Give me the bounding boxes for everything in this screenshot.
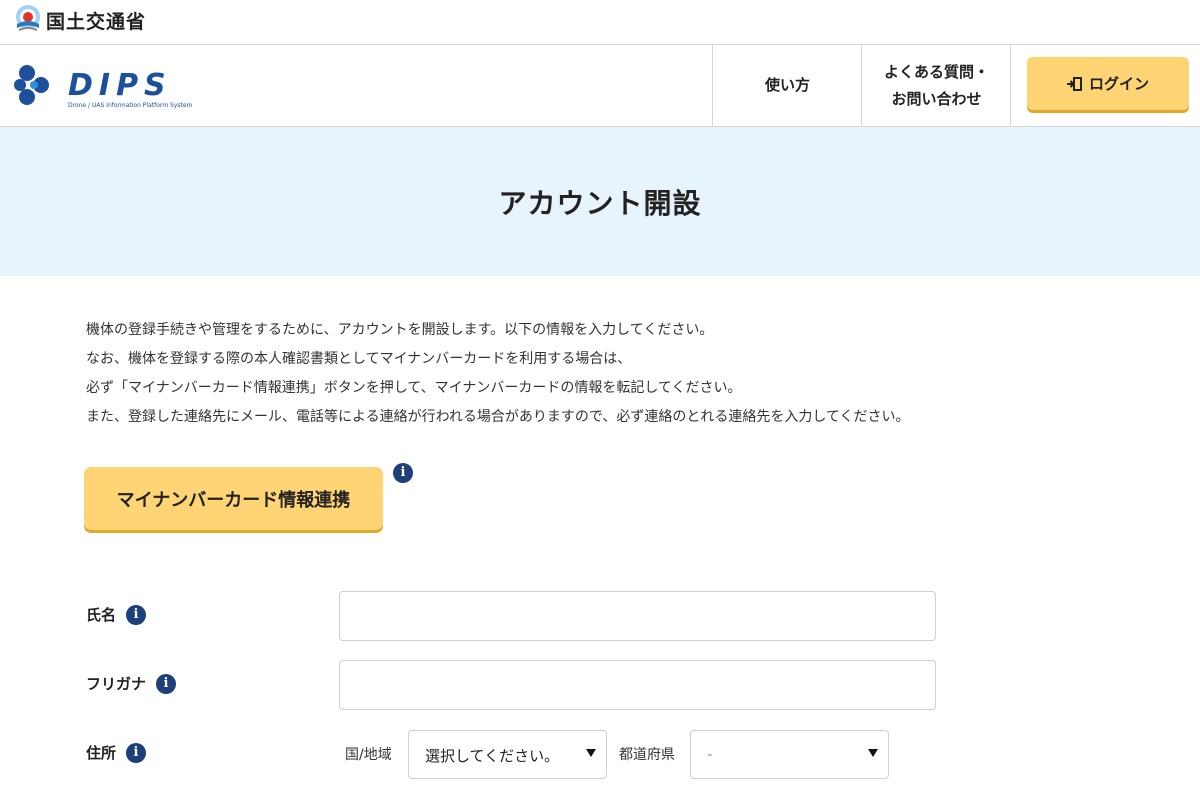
nav-faq-link[interactable]: よくある質問・ お問い合わせ [861, 45, 1011, 126]
page-title: アカウント開設 [498, 186, 702, 220]
name-label-row: 氏名 i [86, 604, 147, 625]
furigana-info-icon[interactable]: i [156, 673, 177, 694]
title-banner: アカウント開設 [0, 127, 1200, 276]
nav-howto-link[interactable]: 使い方 [712, 45, 862, 126]
login-button[interactable]: ログイン [1027, 57, 1189, 110]
login-label: ログイン [1088, 75, 1149, 93]
furigana-label-row: フリガナ i [86, 673, 177, 694]
country-select-value: 選択してください。 [425, 747, 560, 765]
site-header: DIPS Drone / UAS Information Platform Sy… [0, 45, 1200, 127]
name-info-icon[interactable]: i [126, 604, 147, 625]
chevron-down-icon [868, 749, 878, 757]
login-area: ログイン [1010, 45, 1200, 126]
prefecture-select-value: - [707, 745, 713, 763]
name-input[interactable] [339, 591, 936, 641]
country-label: 国/地域 [345, 747, 392, 763]
intro-line: なお、機体を登録する際の本人確認書類としてマイナンバーカードを利用する場合は、 [86, 351, 632, 367]
nav-howto-label: 使い方 [764, 76, 810, 94]
dips-logo[interactable]: DIPS Drone / UAS Information Platform Sy… [12, 59, 217, 111]
intro-line: また、登録した連絡先にメール、電話等による連絡が行われる場合がありますので、必ず… [86, 409, 910, 425]
address-label-row: 住所 i [86, 742, 147, 763]
mynumber-link-button[interactable]: マイナンバーカード情報連携 [84, 467, 383, 530]
mynumber-info-icon[interactable]: i [393, 463, 413, 483]
prefecture-label: 都道府県 [619, 747, 675, 763]
name-label: 氏名 [86, 606, 117, 624]
intro-line: 機体の登録手続きや管理をするために、アカウントを開設します。以下の情報を入力して… [86, 322, 714, 338]
nav-faq-label: よくある質問・ お問い合わせ [884, 59, 989, 113]
intro-text: 機体の登録手続きや管理をするために、アカウントを開設します。以下の情報を入力して… [86, 316, 1146, 432]
ministry-bar: 国土交通省 [0, 0, 1200, 45]
chevron-down-icon [586, 749, 596, 757]
intro-line: 必ず「マイナンバーカード情報連携」ボタンを押して、マイナンバーカードの情報を転記… [86, 380, 742, 396]
ministry-name[interactable]: 国土交通省 [46, 7, 146, 34]
mlit-logo-icon[interactable] [14, 4, 42, 32]
furigana-label: フリガナ [86, 675, 147, 693]
address-info-icon[interactable]: i [126, 742, 147, 763]
login-door-icon [1066, 76, 1082, 91]
nav-faq-line1: よくある質問・ [883, 62, 989, 81]
address-label: 住所 [86, 744, 117, 762]
nav-faq-line2: お問い合わせ [891, 89, 982, 108]
mynumber-button-label: マイナンバーカード情報連携 [116, 489, 351, 511]
prefecture-select[interactable]: - [690, 730, 889, 779]
country-select[interactable]: 選択してください。 [408, 730, 607, 779]
furigana-input[interactable] [339, 660, 936, 710]
dips-logo-text: DIPS [68, 68, 172, 103]
dips-logo-subtitle: Drone / UAS Information Platform System [68, 102, 193, 109]
